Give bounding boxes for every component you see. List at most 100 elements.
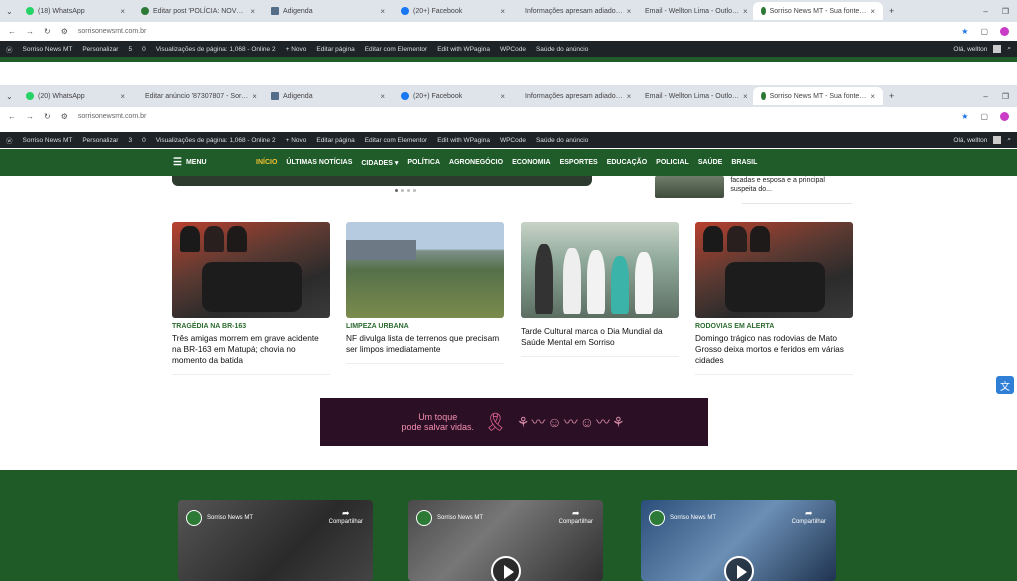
url-field[interactable]: sorrisonewsmt.com.br (78, 113, 146, 120)
admin-updates[interactable]: 3 (128, 137, 132, 144)
browser-tab[interactable]: (20+) Facebook × (393, 2, 513, 20)
url-field[interactable]: sorrisonewsmt.com.br (78, 28, 146, 35)
news-card[interactable]: LIMPEZA URBANA NF divulga lista de terre… (346, 222, 504, 364)
admin-wpcode[interactable]: WPCode (500, 46, 526, 53)
video-card[interactable]: Sorriso News MT ➦ Compartilhar (178, 500, 373, 581)
nav-item-brasil[interactable]: BRASIL (731, 159, 757, 167)
close-icon[interactable]: × (380, 92, 385, 101)
news-card-title[interactable]: Três amigas morrem em grave acidente na … (172, 333, 330, 366)
admin-wpagina[interactable]: Edit with WPagina (437, 137, 490, 144)
admin-user[interactable]: Olá, wellton (953, 46, 987, 53)
close-icon[interactable]: × (380, 7, 385, 16)
side-news-thumbnail[interactable] (655, 176, 725, 198)
tab-search-icon[interactable]: ▢ (980, 112, 988, 121)
profile-icon[interactable] (1000, 27, 1009, 36)
share-button[interactable]: ➦ Compartilhar (329, 508, 363, 525)
nav-item-economia[interactable]: ECONOMIA (512, 159, 551, 167)
ad-banner[interactable]: Um toque pode salvar vidas. 🎗 ⚘〰☺〰☺〰⚘ (320, 398, 708, 446)
new-tab-icon[interactable]: + (889, 6, 894, 16)
news-card-image[interactable] (172, 222, 330, 318)
avatar[interactable] (993, 136, 1002, 144)
window-menu-icon[interactable]: ⌄ (6, 7, 18, 16)
slider-dot[interactable] (401, 189, 404, 192)
restore-icon[interactable]: ❐ (1002, 7, 1009, 16)
admin-customize[interactable]: Personalizar (82, 46, 118, 53)
back-icon[interactable]: ← (8, 112, 16, 121)
browser-tab[interactable]: (20) WhatsApp × (18, 87, 133, 105)
news-card[interactable]: RODOVIAS EM ALERTA Domingo trágico nas r… (695, 222, 853, 375)
menu-button[interactable]: ☰ MENU (173, 157, 207, 168)
play-button[interactable] (490, 556, 521, 581)
restore-icon[interactable]: ❐ (1002, 92, 1009, 101)
admin-ad-health[interactable]: Saúde do anúncio (536, 46, 588, 53)
new-tab-icon[interactable]: + (889, 91, 894, 101)
slider-dot[interactable] (395, 189, 398, 192)
nav-item-cidades[interactable]: CIDADES ▾ (361, 159, 398, 167)
nav-item-ultimas-noticias[interactable]: ÚLTIMAS NOTÍCIAS (286, 159, 352, 167)
close-icon[interactable]: × (870, 92, 875, 101)
admin-page-views[interactable]: Visualizações de página: 1,068 - Online … (156, 137, 276, 144)
forward-icon[interactable]: → (26, 27, 34, 36)
close-icon[interactable]: × (120, 7, 125, 16)
close-icon[interactable]: × (743, 92, 748, 101)
admin-page-views[interactable]: Visualizações de página: 1,068 - Online … (156, 46, 276, 53)
nav-item-agronegocio[interactable]: AGRONEGÓCIO (449, 159, 503, 167)
forward-icon[interactable]: → (26, 112, 34, 121)
news-card-title[interactable]: Domingo trágico nas rodovias de Mato Gro… (695, 333, 853, 366)
video-card[interactable]: Sorriso News MT ➦ Compartilhar (408, 500, 603, 581)
news-card-title[interactable]: Tarde Cultural marca o Dia Mundial da Sa… (521, 326, 679, 348)
share-button[interactable]: ➦ Compartilhar (792, 508, 826, 525)
star-icon[interactable]: ★ (961, 27, 968, 36)
browser-tab[interactable]: Editar anúncio '87307807 - Sor… × (133, 87, 263, 105)
nav-item-policial[interactable]: POLICIAL (656, 159, 689, 167)
news-card-title[interactable]: NF divulga lista de terrenos que precisa… (346, 333, 504, 355)
admin-new[interactable]: + Novo (286, 137, 307, 144)
browser-tab[interactable]: Email - Wellton Lima - Outlo… × (633, 2, 753, 20)
news-card[interactable]: TRAGÉDIA NA BR-163 Três amigas morrem em… (172, 222, 330, 375)
browser-tab[interactable]: Adigenda × (263, 2, 393, 20)
browser-tab[interactable]: (20+) Facebook × (393, 87, 513, 105)
nav-item-inicio[interactable]: INÍCIO (256, 159, 277, 167)
news-card-image[interactable] (346, 222, 504, 318)
window-controls[interactable]: – ❐ (983, 92, 1017, 101)
close-icon[interactable]: × (250, 7, 255, 16)
news-card-category[interactable]: TRAGÉDIA NA BR-163 (172, 323, 330, 330)
site-info-icon[interactable]: ⚙ (61, 27, 68, 36)
reload-icon[interactable]: ↻ (44, 112, 51, 121)
side-news-item[interactable]: facadas e esposa e a principal suspeita … (655, 176, 850, 202)
browser-tab[interactable]: Informações apresam adiado… × (513, 2, 633, 20)
admin-comments[interactable]: 0 (142, 46, 146, 53)
close-icon[interactable]: × (627, 7, 632, 16)
browser-tab-active[interactable]: Sorriso News MT - Sua fonte… × (753, 2, 883, 20)
browser-tab-active[interactable]: Sorriso News MT - Sua fonte… × (753, 87, 883, 105)
close-icon[interactable]: × (120, 92, 125, 101)
channel-name[interactable]: Sorriso News MT (670, 515, 716, 521)
window-controls[interactable]: – ❐ (983, 7, 1017, 16)
close-icon[interactable]: × (627, 92, 632, 101)
close-icon[interactable]: × (500, 7, 505, 16)
nav-item-saude[interactable]: SAÚDE (698, 159, 723, 167)
slider-dot[interactable] (413, 189, 416, 192)
channel-name[interactable]: Sorriso News MT (437, 515, 483, 521)
news-card-image[interactable] (521, 222, 679, 318)
slider-dots[interactable] (395, 189, 416, 192)
admin-elementor[interactable]: Editar com Elementor (365, 137, 428, 144)
admin-updates[interactable]: 5 (128, 46, 132, 53)
news-card-category[interactable]: RODOVIAS EM ALERTA (695, 323, 853, 330)
browser-tab[interactable]: Editar post 'POLÍCIA: NOV… × (133, 2, 263, 20)
slider-dot[interactable] (407, 189, 410, 192)
wordpress-icon[interactable]: ⓦ (6, 135, 13, 145)
admin-site-name[interactable]: Sorriso News MT (23, 46, 73, 53)
translate-icon[interactable]: 文 (996, 376, 1014, 394)
admin-edit-page[interactable]: Editar página (316, 137, 354, 144)
news-card-category[interactable]: LIMPEZA URBANA (346, 323, 504, 330)
admin-wpagina[interactable]: Edit with WPagina (437, 46, 490, 53)
admin-customize[interactable]: Personalizar (82, 137, 118, 144)
back-icon[interactable]: ← (8, 27, 16, 36)
close-icon[interactable]: × (743, 7, 748, 16)
profile-icon[interactable] (1000, 112, 1009, 121)
reload-icon[interactable]: ↻ (44, 27, 51, 36)
minimize-icon[interactable]: – (983, 92, 987, 101)
browser-tab[interactable]: Email - Wellton Lima - Outlo… × (633, 87, 753, 105)
close-icon[interactable]: × (870, 7, 875, 16)
